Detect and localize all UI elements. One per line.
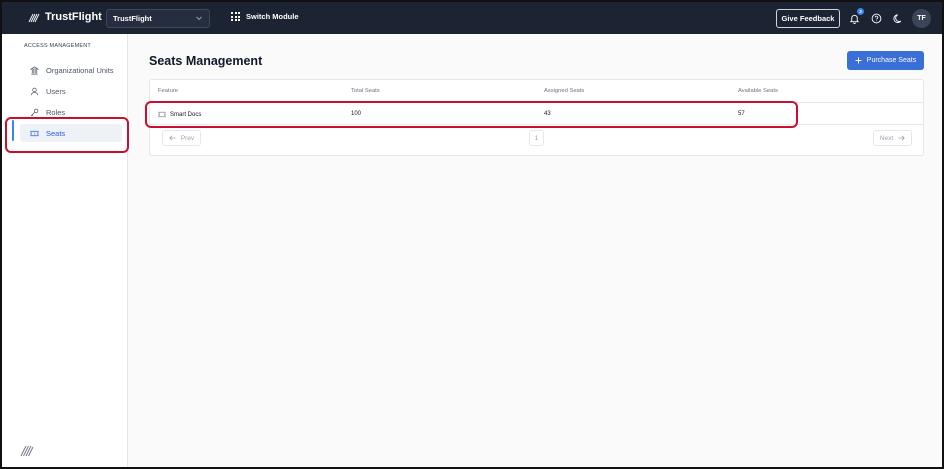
sidebar: ACCESS MANAGEMENT Organizational Units U…	[2, 34, 128, 467]
trustflight-logo-icon	[28, 13, 40, 23]
purchase-seats-button[interactable]: Purchase Seats	[847, 51, 924, 70]
seats-table: Feature Total Seats Assigned Seats Avail…	[149, 79, 924, 156]
user-avatar[interactable]: TF	[912, 9, 931, 28]
user-icon	[30, 87, 39, 95]
page-number-button[interactable]: 1	[529, 130, 544, 146]
active-indicator	[12, 120, 14, 141]
main-content: Seats Management Purchase Seats Feature …	[129, 34, 942, 467]
next-page-label: Next	[879, 134, 894, 142]
top-bar: TrustFlight TrustFlight Switch Module Gi…	[2, 2, 942, 34]
sidebar-item-users[interactable]: Users	[20, 82, 122, 100]
help-icon[interactable]	[871, 13, 882, 24]
cell-available-seats: 57	[738, 111, 745, 117]
sidebar-heading: ACCESS MANAGEMENT	[24, 43, 91, 49]
give-feedback-button[interactable]: Give Feedback	[776, 9, 840, 28]
arrow-left-icon	[169, 135, 176, 141]
apps-grid-icon	[231, 12, 240, 21]
sidebar-item-label: Organizational Units	[46, 65, 114, 75]
prev-page-label: Prev	[180, 134, 195, 142]
switch-module-button[interactable]: Switch Module	[231, 12, 299, 21]
brand-logo[interactable]: TrustFlight	[28, 11, 102, 23]
trustflight-logo-icon	[20, 445, 34, 457]
brand-name: TrustFlight	[45, 11, 102, 23]
ticket-icon	[158, 111, 166, 118]
organization-select[interactable]: TrustFlight	[106, 9, 210, 28]
building-icon	[30, 65, 39, 74]
cell-assigned-seats: 43	[544, 111, 551, 117]
sidebar-item-seats[interactable]: Seats	[20, 124, 122, 142]
organization-select-value: TrustFlight	[113, 14, 152, 23]
next-page-button[interactable]: Next	[873, 130, 912, 146]
column-header-available-seats: Available Seats	[738, 88, 778, 94]
column-header-feature: Feature	[158, 88, 178, 94]
feature-name: Smart Docs	[170, 111, 202, 118]
key-icon	[30, 108, 39, 116]
sidebar-item-roles[interactable]: Roles	[20, 103, 122, 121]
prev-page-button[interactable]: Prev	[162, 130, 201, 146]
pagination: Prev 1 Next	[150, 125, 923, 157]
sidebar-item-label: Roles	[46, 107, 66, 117]
sidebar-item-organizational-units[interactable]: Organizational Units	[20, 61, 122, 79]
plus-icon	[855, 57, 862, 64]
notification-badge: 3	[857, 8, 864, 15]
purchase-seats-label: Purchase Seats	[866, 57, 917, 64]
arrow-right-icon	[898, 135, 905, 141]
cell-total-seats: 100	[351, 111, 362, 117]
table-row[interactable]: Smart Docs 100 43 57	[150, 103, 923, 125]
table-header: Feature Total Seats Assigned Seats Avail…	[150, 80, 923, 103]
moon-icon[interactable]	[893, 13, 904, 24]
app-window: TrustFlight TrustFlight Switch Module Gi…	[0, 0, 944, 469]
sidebar-item-label: Seats	[46, 128, 66, 138]
page-title: Seats Management	[149, 54, 263, 68]
sidebar-item-label: Users	[46, 86, 66, 96]
switch-module-label: Switch Module	[246, 12, 299, 21]
column-header-assigned-seats: Assigned Seats	[544, 88, 585, 94]
cell-feature: Smart Docs	[158, 111, 201, 118]
column-header-total-seats: Total Seats	[351, 88, 380, 94]
chevron-down-icon	[196, 16, 202, 21]
ticket-icon	[30, 130, 39, 136]
